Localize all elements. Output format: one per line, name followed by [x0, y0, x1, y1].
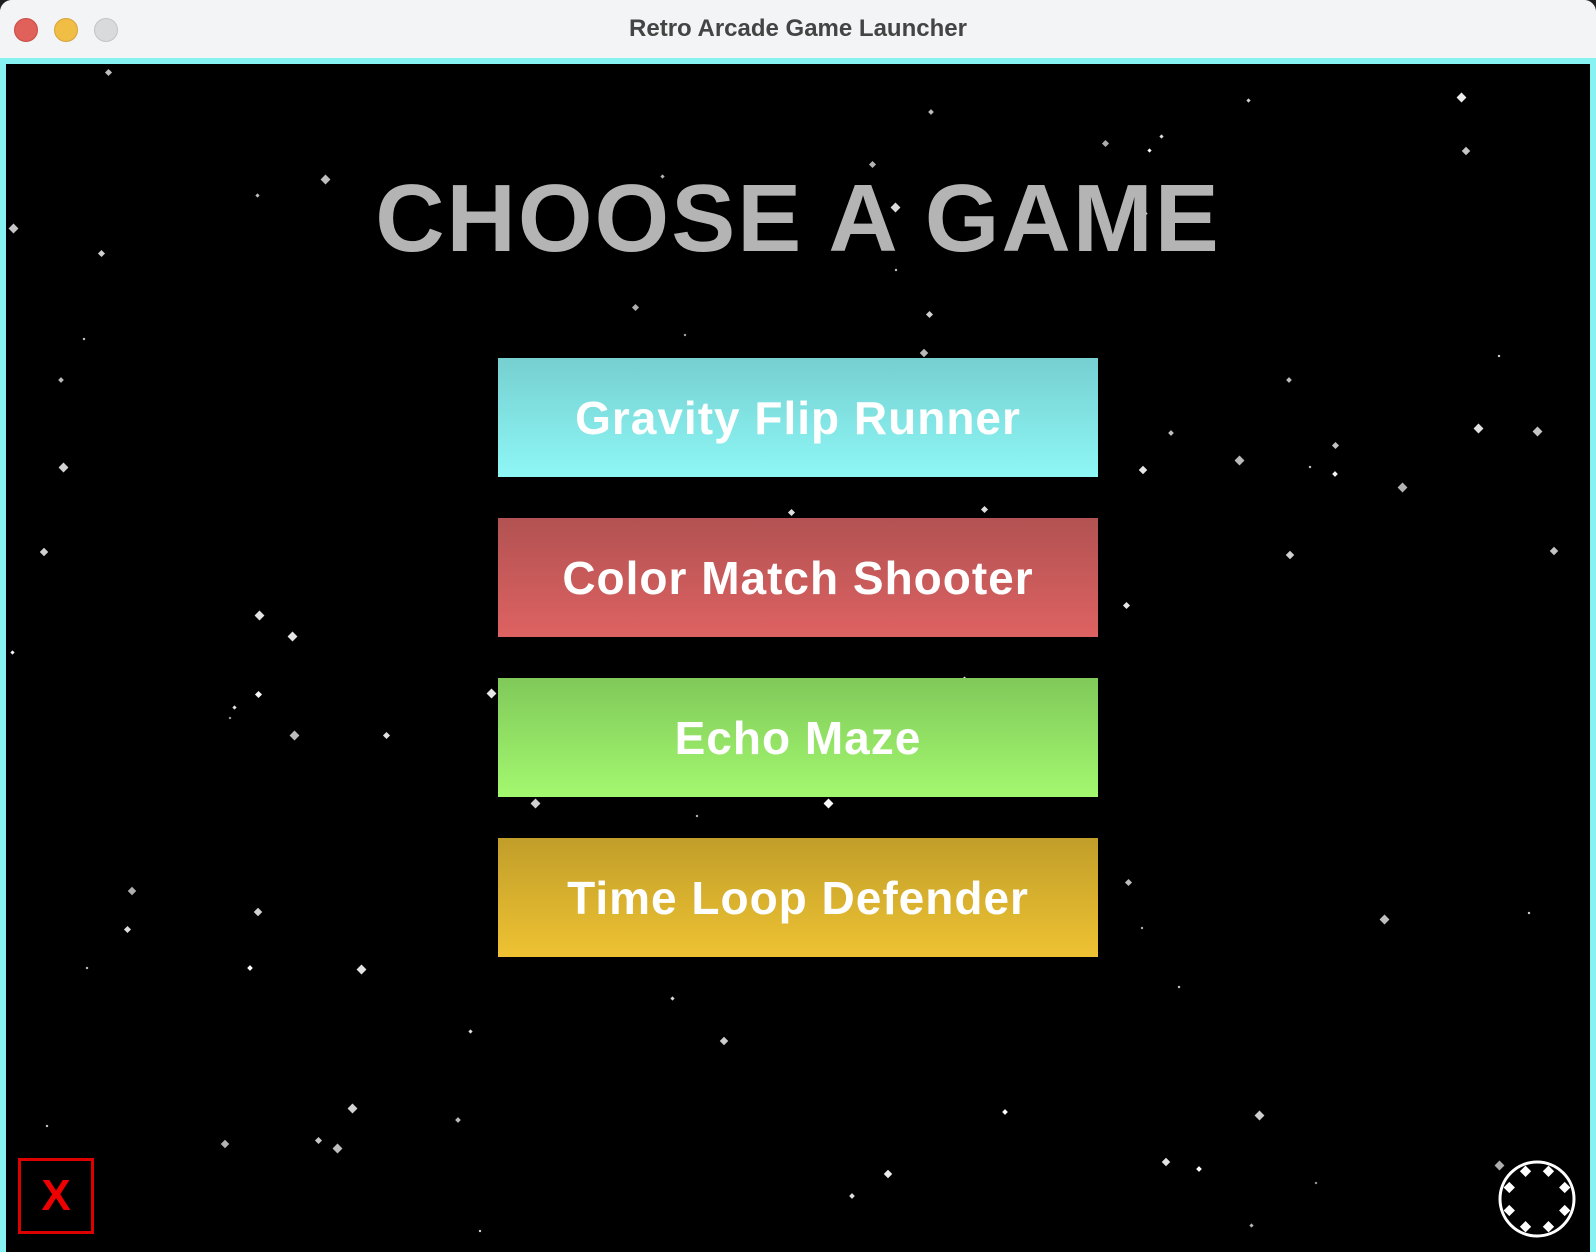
- star: [1527, 911, 1531, 915]
- star: [58, 462, 69, 473]
- star: [254, 610, 265, 621]
- star: [1168, 430, 1174, 436]
- star: [356, 964, 367, 975]
- star: [919, 348, 929, 358]
- star: [1246, 98, 1251, 103]
- star: [1456, 92, 1467, 103]
- star: [849, 1193, 855, 1199]
- star: [104, 68, 113, 77]
- gear-tooth: [1503, 1204, 1515, 1217]
- star: [220, 1139, 230, 1149]
- star: [287, 631, 298, 642]
- star: [1497, 354, 1501, 358]
- star: [1234, 455, 1245, 466]
- star: [883, 1169, 893, 1179]
- game-frame: CHOOSE A GAME Gravity Flip Runner Color …: [0, 58, 1596, 1252]
- star: [247, 965, 253, 971]
- star: [1161, 1157, 1171, 1167]
- star: [1140, 926, 1144, 930]
- star: [823, 798, 834, 809]
- star: [82, 337, 86, 341]
- star: [478, 1229, 482, 1233]
- gear-tooth: [1542, 1221, 1555, 1233]
- gear-tooth: [1542, 1165, 1555, 1177]
- star: [58, 377, 64, 383]
- star: [1286, 377, 1292, 383]
- star: [123, 925, 132, 934]
- gear-icon[interactable]: [1496, 1158, 1578, 1240]
- star: [382, 731, 391, 740]
- title-bar: Retro Arcade Game Launcher: [0, 0, 1596, 58]
- gear-tooth: [1559, 1204, 1571, 1217]
- star: [486, 688, 497, 699]
- star: [45, 1124, 49, 1128]
- star: [925, 310, 934, 319]
- star: [683, 333, 687, 337]
- star: [1159, 134, 1164, 139]
- game-button-color-match-shooter[interactable]: Color Match Shooter: [498, 518, 1098, 637]
- star: [980, 505, 989, 514]
- star: [530, 798, 541, 809]
- star: [1147, 148, 1152, 153]
- star: [1314, 1181, 1318, 1185]
- game-button-gravity-flip-runner[interactable]: Gravity Flip Runner: [498, 358, 1098, 477]
- star: [228, 716, 232, 720]
- game-screen: CHOOSE A GAME Gravity Flip Runner Color …: [6, 64, 1590, 1252]
- gear-tooth: [1519, 1165, 1532, 1177]
- star: [719, 1036, 729, 1046]
- star: [1101, 139, 1110, 148]
- star: [787, 508, 796, 517]
- gear-tooth: [1503, 1181, 1515, 1194]
- star: [127, 886, 137, 896]
- star: [1331, 441, 1340, 450]
- star: [468, 1029, 473, 1034]
- star: [1124, 878, 1133, 887]
- star: [253, 907, 263, 917]
- star: [1532, 426, 1543, 437]
- star: [1196, 1166, 1202, 1172]
- star: [1122, 601, 1131, 610]
- star: [1379, 914, 1390, 925]
- star: [1332, 471, 1338, 477]
- app-window: Retro Arcade Game Launcher CHOOSE A GAME…: [0, 0, 1596, 1252]
- gear-tooth: [1519, 1221, 1532, 1233]
- star: [1549, 546, 1559, 556]
- star: [10, 650, 15, 655]
- game-button-echo-maze[interactable]: Echo Maze: [498, 678, 1098, 797]
- star: [1397, 482, 1408, 493]
- star: [928, 109, 934, 115]
- star: [1254, 1110, 1265, 1121]
- star: [1249, 1223, 1254, 1228]
- star: [631, 303, 640, 312]
- window-title: Retro Arcade Game Launcher: [629, 15, 967, 42]
- star: [1138, 465, 1148, 475]
- star: [1461, 146, 1471, 156]
- star: [1473, 423, 1484, 434]
- exit-button[interactable]: X: [18, 1158, 94, 1234]
- star: [695, 814, 699, 818]
- star: [314, 1136, 323, 1145]
- star: [670, 996, 675, 1001]
- star: [289, 730, 300, 741]
- star: [232, 705, 237, 710]
- star: [455, 1117, 461, 1123]
- star: [85, 966, 89, 970]
- star: [1285, 550, 1295, 560]
- star: [39, 547, 49, 557]
- gear-tooth: [1559, 1181, 1571, 1194]
- game-button-time-loop-defender[interactable]: Time Loop Defender: [498, 838, 1098, 957]
- star: [254, 690, 263, 699]
- star: [1308, 465, 1312, 469]
- page-title: CHOOSE A GAME: [375, 165, 1221, 272]
- star: [332, 1143, 343, 1154]
- star: [1002, 1109, 1008, 1115]
- star: [347, 1103, 358, 1114]
- star: [1177, 985, 1181, 989]
